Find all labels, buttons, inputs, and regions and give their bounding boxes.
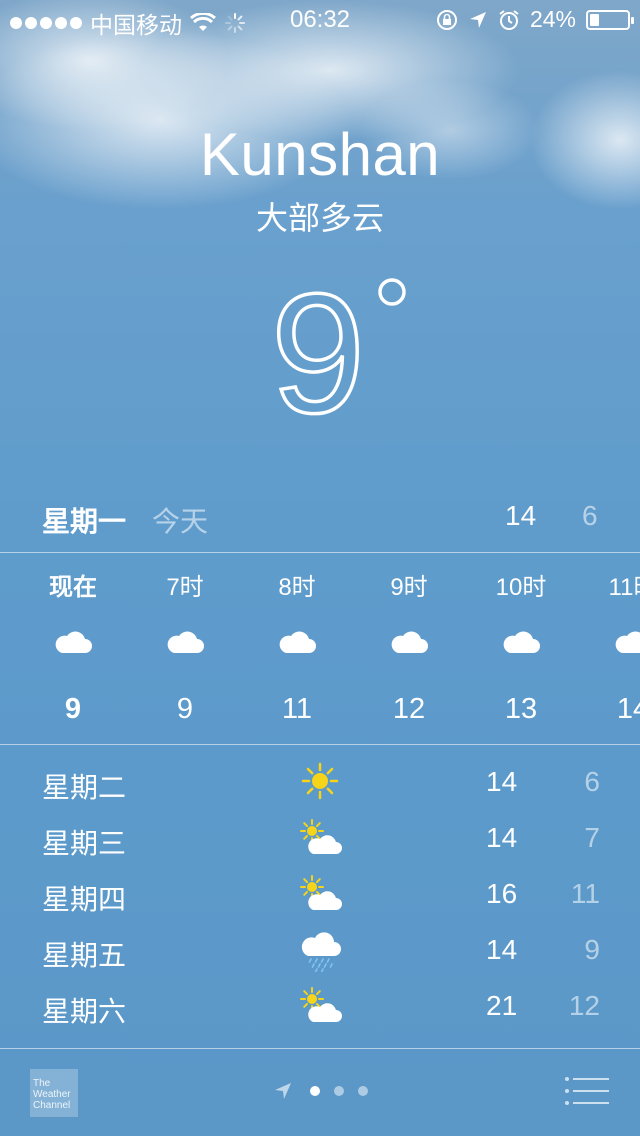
cloud-icon (277, 627, 317, 655)
logo-line-3: Channel (33, 1100, 71, 1111)
sun-icon (296, 758, 346, 804)
daily-day: 星期五 (42, 940, 127, 971)
page-dot[interactable] (358, 1086, 368, 1096)
partly-cloudy-icon (296, 870, 346, 916)
logo-line-1: The (33, 1078, 51, 1089)
daily-high: 14 (486, 934, 518, 965)
weather-channel-logo[interactable]: The Weather Channel (30, 1069, 78, 1117)
today-high: 14 (505, 500, 537, 531)
hour-label: 7时 (166, 574, 204, 601)
hour-temp: 12 (392, 693, 426, 725)
partly-cloudy-icon (296, 814, 346, 860)
degree-symbol (378, 278, 406, 306)
daily-row: 星期六 21 12 (0, 982, 640, 1032)
divider-middle (0, 744, 640, 745)
alarm-clock-icon (499, 9, 519, 30)
city-list-icon[interactable] (564, 1076, 610, 1106)
today-day: 星期一 (42, 506, 127, 537)
cloud-icon (501, 627, 541, 655)
daily-low: 11 (570, 878, 600, 909)
today-label: 今天 (152, 506, 209, 537)
hourly-forecast[interactable]: 现在 9 7时 9 8时 11 9时 12 10时 13 11时 14 (0, 555, 640, 743)
cloud-icon (613, 627, 640, 655)
daily-high: 14 (486, 822, 518, 853)
daily-high: 14 (486, 766, 518, 797)
daily-low: 12 (568, 990, 600, 1021)
page-indicator[interactable] (272, 1080, 368, 1102)
battery-icon (586, 9, 634, 30)
daily-row: 星期五 14 9 (0, 926, 640, 976)
daily-low: 6 (584, 766, 600, 797)
battery-percent: 24% (529, 6, 576, 32)
temperature-value: 9 (271, 262, 366, 432)
location-arrow-icon (469, 11, 486, 28)
today-low: 6 (582, 500, 598, 531)
current-temperature-graphic: 9 (269, 257, 406, 451)
daily-day: 星期三 (42, 828, 127, 859)
hour-label: 9时 (390, 574, 428, 601)
partly-cloudy-icon (296, 982, 346, 1028)
hour-label: 11时 (608, 574, 640, 601)
hour-temp: 9 (64, 693, 82, 725)
daily-row: 星期三 14 7 (0, 814, 640, 864)
hour-temp: 11 (281, 693, 313, 725)
daily-row: 星期二 14 6 (0, 758, 640, 808)
hour-label: 现在 (49, 574, 97, 601)
divider-top (0, 552, 640, 553)
page-dot[interactable] (334, 1086, 344, 1096)
current-location-arrow-icon (275, 1083, 291, 1099)
hour-temp: 9 (176, 693, 194, 725)
hour-temp: 13 (504, 693, 538, 725)
current-temperature: 9 (0, 257, 640, 451)
daily-high: 21 (486, 990, 518, 1021)
daily-high: 16 (486, 878, 518, 909)
daily-day: 星期六 (42, 996, 127, 1027)
daily-row: 星期四 16 11 (0, 870, 640, 920)
status-right: 24% (436, 6, 634, 33)
page-dot[interactable] (310, 1086, 320, 1096)
status-bar: 中国移动 06:32 24% (0, 0, 640, 40)
hour-label: 10时 (495, 574, 547, 601)
today-summary-row: 星期一 今天 14 6 (42, 500, 640, 540)
rain-icon (296, 926, 346, 973)
bottom-bar: The Weather Channel (0, 1048, 640, 1136)
cloud-icon (389, 627, 429, 655)
hour-label: 8时 (278, 574, 316, 601)
daily-low: 9 (584, 934, 600, 965)
city-name: Kunshan (199, 121, 441, 188)
weather-condition: 大部多云 (255, 200, 384, 236)
logo-line-2: Weather (33, 1089, 71, 1100)
daily-low: 7 (584, 822, 600, 853)
daily-day: 星期四 (42, 884, 127, 915)
daily-day: 星期二 (42, 772, 127, 803)
orientation-lock-icon (436, 9, 457, 30)
cloud-icon (53, 627, 93, 655)
cloud-icon (165, 627, 205, 655)
hour-temp: 14 (616, 693, 640, 725)
